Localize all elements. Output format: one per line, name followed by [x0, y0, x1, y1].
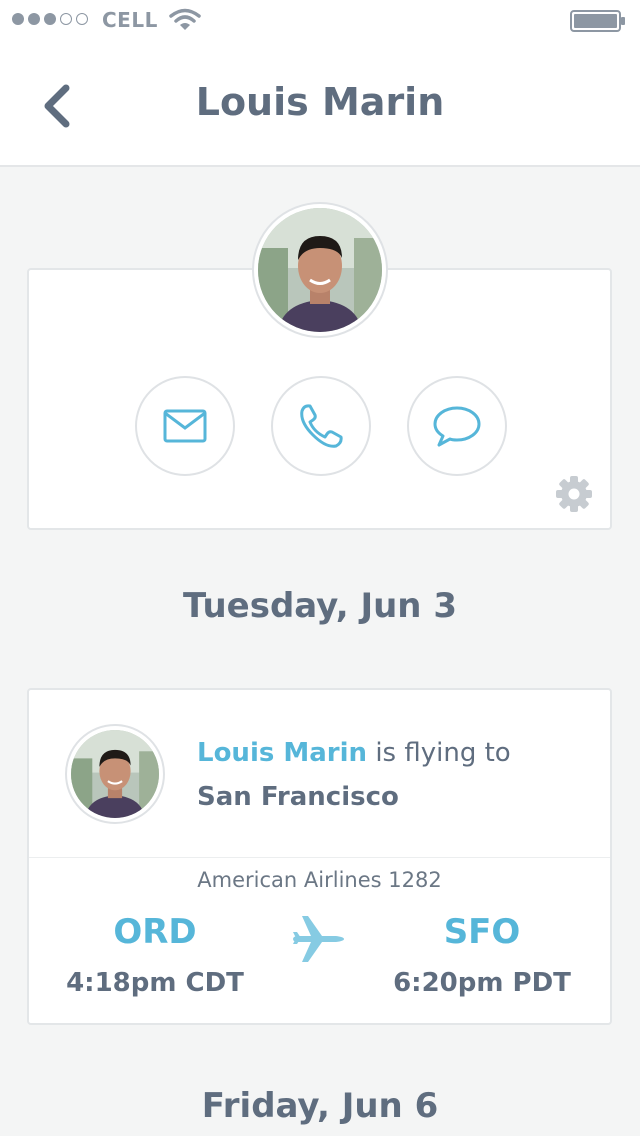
- airplane-icon: [293, 916, 344, 962]
- profile-photo: [258, 208, 382, 332]
- carrier-label: CELL: [102, 8, 158, 32]
- status-bar: CELL: [0, 0, 640, 40]
- page-title: Louis Marin: [195, 80, 445, 124]
- mail-icon: [163, 409, 207, 443]
- flight-number: American Airlines 1282: [197, 868, 442, 892]
- phone-icon: [300, 404, 343, 448]
- departure-time: 4:18pm CDT: [66, 968, 244, 998]
- event-summary: Louis Marin is flying to: [197, 738, 511, 768]
- settings-button[interactable]: [555, 475, 593, 513]
- arrival-time: 6:20pm PDT: [393, 968, 571, 998]
- day-heading: Tuesday, Jun 3: [182, 586, 458, 626]
- avatar: [252, 202, 388, 338]
- battery-icon: [570, 10, 625, 32]
- day-heading: Friday, Jun 6: [201, 1086, 439, 1126]
- destination-city: San Francisco: [197, 782, 399, 812]
- origin-airport-code: ORD: [113, 912, 197, 952]
- flight-card[interactable]: Louis Marin is flying to San Francisco A…: [27, 688, 612, 1025]
- chat-icon: [433, 406, 481, 447]
- destination-airport-code: SFO: [443, 912, 521, 952]
- divider: [29, 857, 610, 858]
- signal-strength-icon: [12, 13, 88, 25]
- navigation-bar: Louis Marin: [0, 40, 640, 167]
- person-link[interactable]: Louis Marin: [197, 738, 367, 768]
- wifi-icon: [169, 8, 201, 30]
- profile-photo: [71, 730, 159, 818]
- event-verb: is flying to: [375, 738, 511, 768]
- call-button[interactable]: [271, 376, 371, 476]
- message-button[interactable]: [407, 376, 507, 476]
- email-button[interactable]: [135, 376, 235, 476]
- avatar: [65, 724, 165, 824]
